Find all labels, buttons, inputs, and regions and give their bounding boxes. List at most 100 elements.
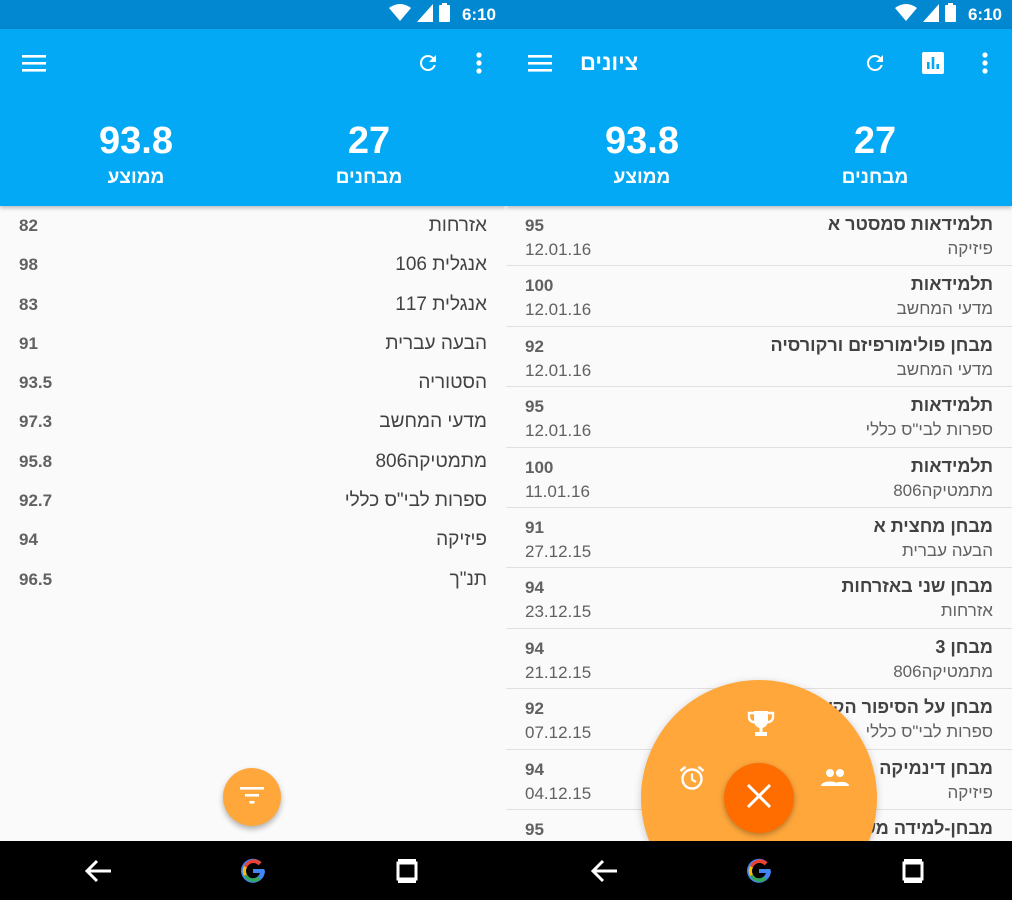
test-grade: 95 — [525, 397, 544, 417]
test-subject: ספרות לבי"ס כללי — [865, 722, 993, 742]
status-time: 6:10 — [967, 5, 1002, 24]
test-name: מבחן 3 — [935, 636, 993, 657]
test-name: תלמידאות — [910, 274, 993, 295]
grade-value: 96.5 — [19, 569, 53, 589]
alarm-icon[interactable] — [672, 758, 712, 798]
table-row[interactable]: 100 11.01.16 תלמידאות מתמטיקה806 — [506, 448, 1012, 508]
test-date: 12.01.16 — [525, 421, 592, 441]
grade-value: 94 — [19, 530, 38, 550]
tests-count-stat: 27 מבחנים — [795, 119, 955, 191]
table-row[interactable]: 95 12.01.16 תלמידאות סמסטר א פיזיקה — [506, 206, 1012, 267]
trophy-icon[interactable] — [741, 704, 781, 744]
test-grade: 94 — [525, 759, 544, 779]
test-subject: פיזיקה — [947, 239, 994, 258]
test-subject: פיזיקה — [947, 782, 994, 802]
menu-icon[interactable] — [20, 49, 48, 77]
test-name: תלמידאות סמסטר א — [827, 214, 993, 234]
test-subject: מדעי המחשב — [896, 299, 993, 319]
grade-value: 82 — [19, 216, 38, 235]
recents-icon[interactable] — [895, 853, 931, 889]
tests-list-screen: 6:10 ציונים 27 מבחנים 93.8 ממוצע 95 12.01… — [506, 0, 1012, 900]
list-item[interactable]: 83 אנגלית 117 — [0, 285, 506, 324]
app-bar: ציונים 27 מבחנים 93.8 ממוצע — [506, 29, 1012, 206]
table-row[interactable]: 95 12.01.16 תלמידאות ספרות לבי"ס כללי — [506, 387, 1012, 448]
people-icon[interactable] — [815, 758, 855, 798]
test-grade: 94 — [525, 578, 544, 598]
table-row[interactable]: 94 23.12.15 מבחן שני באזרחות אזרחות — [506, 568, 1012, 629]
test-subject: מתמטיקה806 — [893, 480, 993, 500]
test-name: תלמידאות — [910, 395, 993, 416]
more-vert-icon[interactable] — [971, 49, 999, 77]
tests-count-label: מבחנים — [335, 167, 403, 188]
filter-icon — [240, 786, 264, 809]
test-grade: 100 — [525, 276, 554, 296]
status-bar: 6:10 — [506, 0, 1012, 29]
page-title: ציונים — [580, 50, 639, 75]
list-item[interactable]: 96.5 תנ"ך — [0, 560, 506, 599]
menu-icon[interactable] — [526, 49, 554, 77]
subject-name: פיזיקה — [436, 529, 487, 551]
test-subject: ספרות לבי"ס כללי — [865, 420, 993, 440]
grades-summary-screen: 6:10 27 מבחנים 93.8 ממוצע 82 אזרחות 98 אנג… — [0, 0, 506, 900]
back-icon[interactable] — [80, 853, 116, 889]
list-item[interactable]: 95.8 מתמטיקה806 — [0, 442, 506, 481]
subject-name: אנגלית 117 — [395, 293, 487, 315]
wifi-icon — [894, 3, 917, 27]
refresh-icon[interactable] — [861, 49, 889, 77]
recents-icon[interactable] — [389, 853, 425, 889]
subject-name: אנגלית 106 — [395, 254, 487, 276]
close-fab-button[interactable] — [724, 763, 794, 833]
test-name: מבחן שני באזרחות — [841, 576, 993, 597]
grade-value: 93.5 — [19, 373, 53, 393]
signal-icon — [922, 3, 939, 27]
close-icon — [746, 783, 772, 814]
test-grade: 95 — [525, 819, 544, 839]
average-value: 93.8 — [99, 120, 173, 162]
grade-value: 98 — [19, 255, 38, 275]
test-grade: 91 — [525, 517, 544, 537]
test-grade: 100 — [525, 457, 554, 477]
list-item[interactable]: 92.7 ספרות לבי"ס כללי — [0, 481, 506, 520]
table-row[interactable]: 92 12.01.16 מבחן פולימורפיזם ורקורסיה מדעי … — [506, 327, 1012, 388]
test-subject: אזרחות — [940, 601, 993, 621]
bar-chart-icon[interactable] — [919, 49, 947, 77]
table-row[interactable]: 100 12.01.16 תלמידאות מדעי המחשב — [506, 266, 1012, 327]
test-grade: 92 — [525, 699, 544, 719]
test-date: 12.01.16 — [525, 360, 592, 380]
app-bar: 27 מבחנים 93.8 ממוצע — [0, 29, 506, 206]
list-item[interactable]: 97.3 מדעי המחשב — [0, 402, 506, 441]
test-name: תלמידאות — [910, 455, 993, 476]
average-stat: 93.8 ממוצע — [562, 119, 722, 191]
list-item[interactable]: 93.5 הסטוריה — [0, 363, 506, 402]
signal-icon — [416, 3, 433, 27]
list-item[interactable]: 91 הבעה עברית — [0, 324, 506, 363]
list-item[interactable]: 82 אזרחות — [0, 206, 506, 245]
list-item[interactable]: 98 אנגלית 106 — [0, 245, 506, 284]
back-icon[interactable] — [586, 853, 622, 889]
grade-value: 92.7 — [19, 491, 53, 511]
google-icon[interactable] — [741, 853, 777, 889]
grade-value: 95.8 — [19, 451, 53, 471]
test-grade: 92 — [525, 336, 544, 356]
test-date: 07.12.15 — [525, 723, 592, 743]
tests-count-stat: 27 מבחנים — [289, 119, 449, 191]
average-label: ממוצע — [107, 167, 165, 188]
filter-fab-button[interactable] — [223, 768, 281, 826]
status-bar: 6:10 — [0, 0, 506, 29]
google-icon[interactable] — [235, 853, 271, 889]
grade-value: 83 — [19, 294, 38, 314]
test-date: 21.12.15 — [525, 662, 592, 682]
test-subject: הבעה עברית — [902, 540, 993, 560]
test-date: 12.01.16 — [525, 240, 592, 259]
average-label: ממוצע — [613, 167, 671, 188]
subject-name: הבעה עברית — [385, 332, 487, 354]
navigation-bar — [506, 841, 1012, 900]
test-name: מבחן מחצית א — [873, 515, 993, 536]
test-date: 23.12.15 — [525, 602, 592, 622]
subject-name: ספרות לבי"ס כללי — [344, 490, 487, 512]
table-row[interactable]: 91 27.12.15 מבחן מחצית א הבעה עברית — [506, 508, 1012, 569]
test-subject: מדעי המחשב — [896, 359, 993, 379]
list-item[interactable]: 94 פיזיקה — [0, 520, 506, 559]
more-vert-icon[interactable] — [465, 49, 493, 77]
refresh-icon[interactable] — [414, 49, 442, 77]
